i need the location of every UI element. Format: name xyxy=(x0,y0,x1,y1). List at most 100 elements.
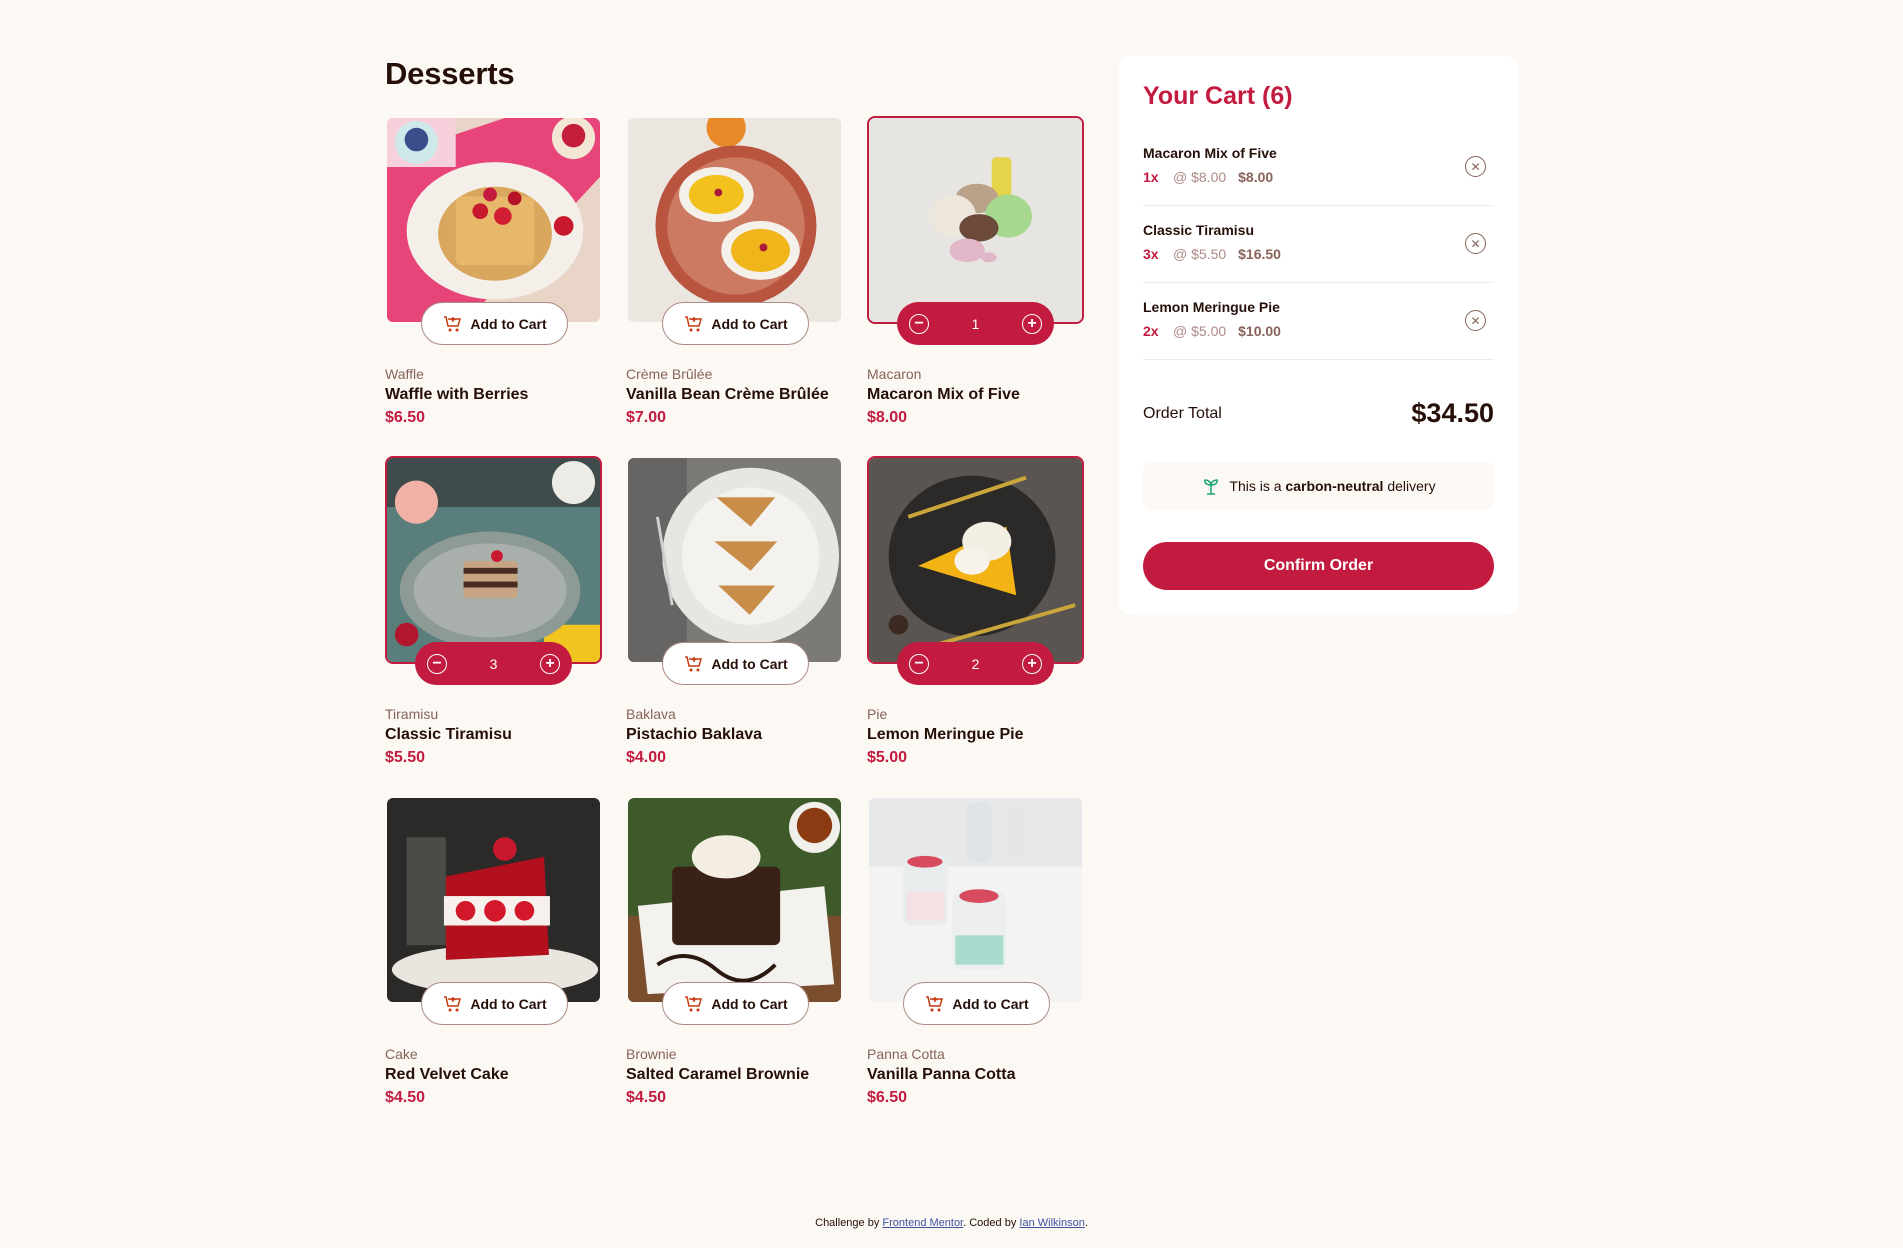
product-image-waffle xyxy=(385,116,602,324)
increment-button[interactable]: + xyxy=(539,653,560,674)
product-image-cake xyxy=(385,796,602,1004)
product-image-baklava xyxy=(626,456,843,664)
cart-item-qty: 1x xyxy=(1143,169,1159,185)
add-to-cart-button[interactable]: Add to Cart xyxy=(903,982,1050,1025)
add-to-cart-icon xyxy=(685,655,703,671)
product-category: Macaron xyxy=(867,366,922,382)
cart-item-total: $16.50 xyxy=(1238,246,1281,262)
cart-item-qty: 3x xyxy=(1143,246,1159,262)
cart-item-unit-price: @ $5.00 xyxy=(1173,323,1227,339)
product-name: Macaron Mix of Five xyxy=(867,386,1020,403)
add-to-cart-label: Add to Cart xyxy=(711,315,788,332)
cart-item-name: Lemon Meringue Pie xyxy=(1143,299,1280,315)
add-to-cart-label: Add to Cart xyxy=(470,315,547,332)
carbon-neutral-bold: carbon-neutral xyxy=(1285,478,1384,494)
add-to-cart-icon xyxy=(685,315,703,331)
product-image-tiramisu xyxy=(385,456,602,664)
product-name: Pistachio Baklava xyxy=(626,726,763,743)
decrement-button[interactable]: − xyxy=(427,653,447,674)
product-name: Waffle with Berries xyxy=(385,386,529,403)
add-to-cart-icon xyxy=(444,315,462,331)
product-card-cake: Add to Cart Cake Red Velvet Cake $4.50 xyxy=(385,796,602,1136)
cart-item-line: 2x @ $5.00 $10.00 xyxy=(1143,323,1494,339)
product-card-waffle: Add to Cart Waffle Waffle with Berries $… xyxy=(385,116,602,456)
quantity-stepper: − 3 + xyxy=(415,642,572,685)
add-to-cart-button[interactable]: Add to Cart xyxy=(662,642,809,685)
increment-button[interactable]: + xyxy=(1021,313,1042,334)
product-card-baklava: Add to Cart Baklava Pistachio Baklava $4… xyxy=(626,456,843,796)
carbon-neutral-notice: This is a carbon-neutral delivery xyxy=(1143,462,1494,510)
cart-item-line: 3x @ $5.50 $16.50 xyxy=(1143,246,1494,262)
carbon-neutral-prefix: This is a xyxy=(1229,478,1282,494)
product-meta: Cake Red Velvet Cake $4.50 xyxy=(385,1046,509,1107)
product-price: $4.00 xyxy=(626,749,667,766)
cart-panel: Your Cart (6) Macaron Mix of Five 1x @ $… xyxy=(1119,56,1518,615)
add-to-cart-label: Add to Cart xyxy=(711,995,788,1012)
author-link[interactable]: Ian Wilkinson xyxy=(1019,1217,1084,1229)
cart-item: Lemon Meringue Pie 2x @ $5.00 $10.00 ✕ xyxy=(1143,283,1494,360)
product-card-panna-cotta: Add to Cart Panna Cotta Vanilla Panna Co… xyxy=(867,796,1084,1136)
product-name: Salted Caramel Brownie xyxy=(626,1066,810,1083)
add-to-cart-icon xyxy=(926,995,944,1011)
cart-title: Your Cart (6) xyxy=(1143,82,1293,110)
add-to-cart-icon xyxy=(685,995,703,1011)
product-price: $5.00 xyxy=(867,749,908,766)
product-name: Vanilla Panna Cotta xyxy=(867,1066,1016,1083)
add-to-cart-button[interactable]: Add to Cart xyxy=(421,982,568,1025)
product-meta: Crème Brûlée Vanilla Bean Crème Brûlée $… xyxy=(626,366,829,427)
add-to-cart-label: Add to Cart xyxy=(711,655,788,672)
product-card-brownie: Add to Cart Brownie Salted Caramel Brown… xyxy=(626,796,843,1136)
product-price: $6.50 xyxy=(385,409,426,426)
add-to-cart-button[interactable]: Add to Cart xyxy=(662,982,809,1025)
product-price: $4.50 xyxy=(385,1089,426,1106)
cart-item-name: Macaron Mix of Five xyxy=(1143,145,1277,161)
quantity-stepper: − 1 + xyxy=(897,302,1054,345)
product-category: Panna Cotta xyxy=(867,1046,945,1062)
product-price: $8.00 xyxy=(867,409,908,426)
page-title: Desserts xyxy=(385,56,515,91)
cart-item: Classic Tiramisu 3x @ $5.50 $16.50 ✕ xyxy=(1143,206,1494,283)
cart-item-total: $8.00 xyxy=(1238,169,1274,185)
tree-icon xyxy=(1204,479,1219,495)
increment-button[interactable]: + xyxy=(1021,653,1042,674)
decrement-button[interactable]: − xyxy=(909,653,929,674)
cart-item-unit-price: @ $8.00 xyxy=(1173,169,1227,185)
remove-item-icon[interactable]: ✕ xyxy=(1465,233,1486,254)
add-to-cart-button[interactable]: Add to Cart xyxy=(421,302,568,345)
product-name: Vanilla Bean Crème Brûlée xyxy=(626,386,829,403)
product-image-pie xyxy=(867,456,1084,664)
cart-item-qty: 2x xyxy=(1143,323,1159,339)
product-category: Pie xyxy=(867,706,888,722)
order-total-value: $34.50 xyxy=(1411,398,1494,428)
carbon-neutral-text: This is a carbon-neutral delivery xyxy=(1229,478,1435,494)
cart-item: Macaron Mix of Five 1x @ $8.00 $8.00 ✕ xyxy=(1143,129,1494,206)
cart-items: Macaron Mix of Five 1x @ $8.00 $8.00 ✕ C… xyxy=(1143,129,1494,360)
product-card-pie: − 2 + Pie Lemon Meringue Pie $5.00 xyxy=(867,456,1084,796)
add-to-cart-icon xyxy=(444,995,462,1011)
decrement-button[interactable]: − xyxy=(909,313,929,334)
product-meta: Macaron Macaron Mix of Five $8.00 xyxy=(867,366,1020,427)
product-card-tiramisu: − 3 + Tiramisu Classic Tiramisu $5.50 xyxy=(385,456,602,796)
product-price: $4.50 xyxy=(626,1089,667,1106)
footer-middle: . Coded by xyxy=(963,1217,1017,1229)
add-to-cart-label: Add to Cart xyxy=(470,995,547,1012)
cart-item-total: $10.00 xyxy=(1238,323,1281,339)
add-to-cart-button[interactable]: Add to Cart xyxy=(662,302,809,345)
product-list: Desserts Add to Cart Waffle Waffle with … xyxy=(385,56,1087,1106)
quantity-stepper: − 2 + xyxy=(897,642,1054,685)
order-total-row: Order Total $34.50 xyxy=(1143,398,1494,429)
quantity-value: 2 xyxy=(971,655,980,672)
cart-item-name: Classic Tiramisu xyxy=(1143,222,1255,238)
cart-item-line: 1x @ $8.00 $8.00 xyxy=(1143,169,1494,185)
remove-item-icon[interactable]: ✕ xyxy=(1465,156,1486,177)
confirm-order-button[interactable]: Confirm Order xyxy=(1143,542,1494,590)
product-price: $6.50 xyxy=(867,1089,908,1106)
quantity-value: 1 xyxy=(971,315,980,332)
product-image-creme-brulee xyxy=(626,116,843,324)
remove-item-icon[interactable]: ✕ xyxy=(1465,310,1486,331)
product-meta: Panna Cotta Vanilla Panna Cotta $6.50 xyxy=(867,1046,1015,1107)
product-meta: Pie Lemon Meringue Pie $5.00 xyxy=(867,706,1023,767)
product-category: Brownie xyxy=(626,1046,677,1062)
frontend-mentor-link[interactable]: Frontend Mentor xyxy=(882,1217,963,1229)
cart-item-unit-price: @ $5.50 xyxy=(1173,246,1227,262)
